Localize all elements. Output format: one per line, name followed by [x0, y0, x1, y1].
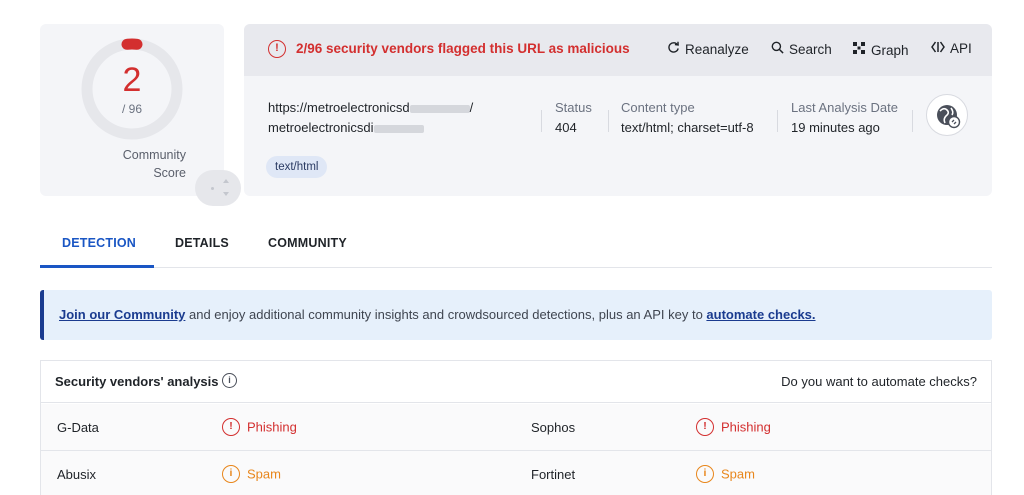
result-label: Phishing — [721, 419, 771, 435]
api-label: API — [950, 41, 972, 56]
last-analysis-label: Last Analysis Date — [791, 100, 898, 115]
vendor-total: / 96 — [121, 102, 142, 116]
vendor-result: i Spam — [696, 465, 755, 483]
detection-alert-text: 2/96 security vendors flagged this URL a… — [296, 41, 630, 56]
divider — [608, 110, 609, 132]
alert-icon: ! — [696, 418, 714, 436]
banner-text: Join our Community and enjoy additional … — [59, 307, 816, 322]
status-column: Status 404 — [555, 100, 592, 135]
vendors-header: Security vendors' analysis i Do you want… — [41, 361, 991, 403]
url-info-card: ! 2/96 security vendors flagged this URL… — [244, 24, 992, 196]
content-type-label: Content type — [621, 100, 695, 115]
result-tabs: DETECTION DETAILS COMMUNITY — [40, 218, 992, 268]
alert-icon: ! — [222, 418, 240, 436]
last-analysis-column: Last Analysis Date 19 minutes ago — [791, 100, 898, 135]
vendor-name: Sophos — [531, 420, 576, 435]
reanalyze-button[interactable]: Reanalyze — [665, 41, 749, 57]
content-type-tag[interactable]: text/html — [266, 156, 328, 178]
result-label: Spam — [721, 466, 755, 482]
api-button[interactable]: API — [930, 41, 972, 56]
downvote-icon[interactable] — [223, 192, 229, 196]
table-row: G-Data ! Phishing Sophos ! Phishing — [41, 404, 991, 451]
url-text: https://metroelectronicsd — [268, 100, 410, 115]
tab-community[interactable]: COMMUNITY — [268, 236, 347, 250]
last-analysis-value: 19 minutes ago — [791, 120, 880, 135]
divider — [777, 110, 778, 132]
search-button[interactable]: Search — [769, 41, 832, 57]
vendor-name: Abusix — [57, 467, 97, 482]
info-header: ! 2/96 security vendors flagged this URL… — [244, 24, 992, 76]
status-label: Status — [555, 100, 592, 115]
result-label: Spam — [247, 466, 281, 482]
domain-text: metroelectronicsdi — [268, 120, 374, 135]
automate-checks-link[interactable]: automate checks. — [706, 307, 815, 322]
redacted-domain-part — [373, 124, 424, 133]
tab-details[interactable]: DETAILS — [175, 236, 229, 250]
upvote-icon[interactable] — [223, 179, 229, 183]
vendor-result: ! Phishing — [222, 418, 297, 436]
divider — [541, 110, 542, 132]
search-label: Search — [789, 42, 832, 57]
tab-detection[interactable]: DETECTION — [62, 236, 136, 250]
detection-count: 2 — [122, 61, 142, 99]
community-score-label: Community — [122, 148, 186, 162]
api-icon — [930, 41, 946, 56]
graph-button[interactable]: Graph — [851, 41, 909, 58]
banner-middle-text: and enjoy additional community insights … — [185, 307, 707, 322]
analyzed-domain: metroelectronicsdi — [268, 120, 424, 135]
vendor-name: G-Data — [57, 420, 99, 435]
divider — [912, 110, 913, 132]
content-type-column: Content type text/html; charset=utf-8 — [621, 100, 754, 135]
content-type-value: text/html; charset=utf-8 — [621, 120, 754, 135]
info-icon[interactable]: i — [222, 373, 237, 388]
community-score-card: 2 / 96 Community Score — [40, 24, 241, 206]
vote-dot — [211, 187, 214, 190]
url-globe-icon — [926, 94, 968, 136]
info-icon: i — [222, 465, 240, 483]
analyzed-url[interactable]: https://metroelectronicsd / — [268, 100, 473, 115]
automate-checks-prompt[interactable]: Do you want to automate checks? — [781, 374, 977, 389]
vendor-result: i Spam — [222, 465, 281, 483]
url-text-suffix: / — [469, 100, 474, 115]
result-label: Phishing — [247, 419, 297, 435]
community-vote-control[interactable] — [195, 170, 241, 206]
join-community-link[interactable]: Join our Community — [59, 307, 185, 322]
community-score-label-line2: Score — [153, 166, 186, 180]
security-vendors-table: Security vendors' analysis i Do you want… — [40, 360, 992, 495]
info-icon: i — [696, 465, 714, 483]
vendor-name: Fortinet — [531, 467, 576, 482]
reanalyze-label: Reanalyze — [685, 42, 749, 57]
table-row: Abusix i Spam Fortinet i Spam — [41, 451, 991, 495]
status-value: 404 — [555, 120, 577, 135]
vendors-title: Security vendors' analysis — [55, 374, 219, 389]
redacted-url-part — [409, 104, 470, 113]
search-icon — [769, 41, 785, 57]
active-tab-indicator — [40, 265, 154, 268]
graph-label: Graph — [871, 43, 909, 58]
vendor-result: ! Phishing — [696, 418, 771, 436]
graph-icon — [851, 41, 867, 58]
community-banner: Join our Community and enjoy additional … — [40, 290, 992, 340]
alert-icon: ! — [268, 40, 286, 58]
reanalyze-icon — [665, 41, 681, 57]
